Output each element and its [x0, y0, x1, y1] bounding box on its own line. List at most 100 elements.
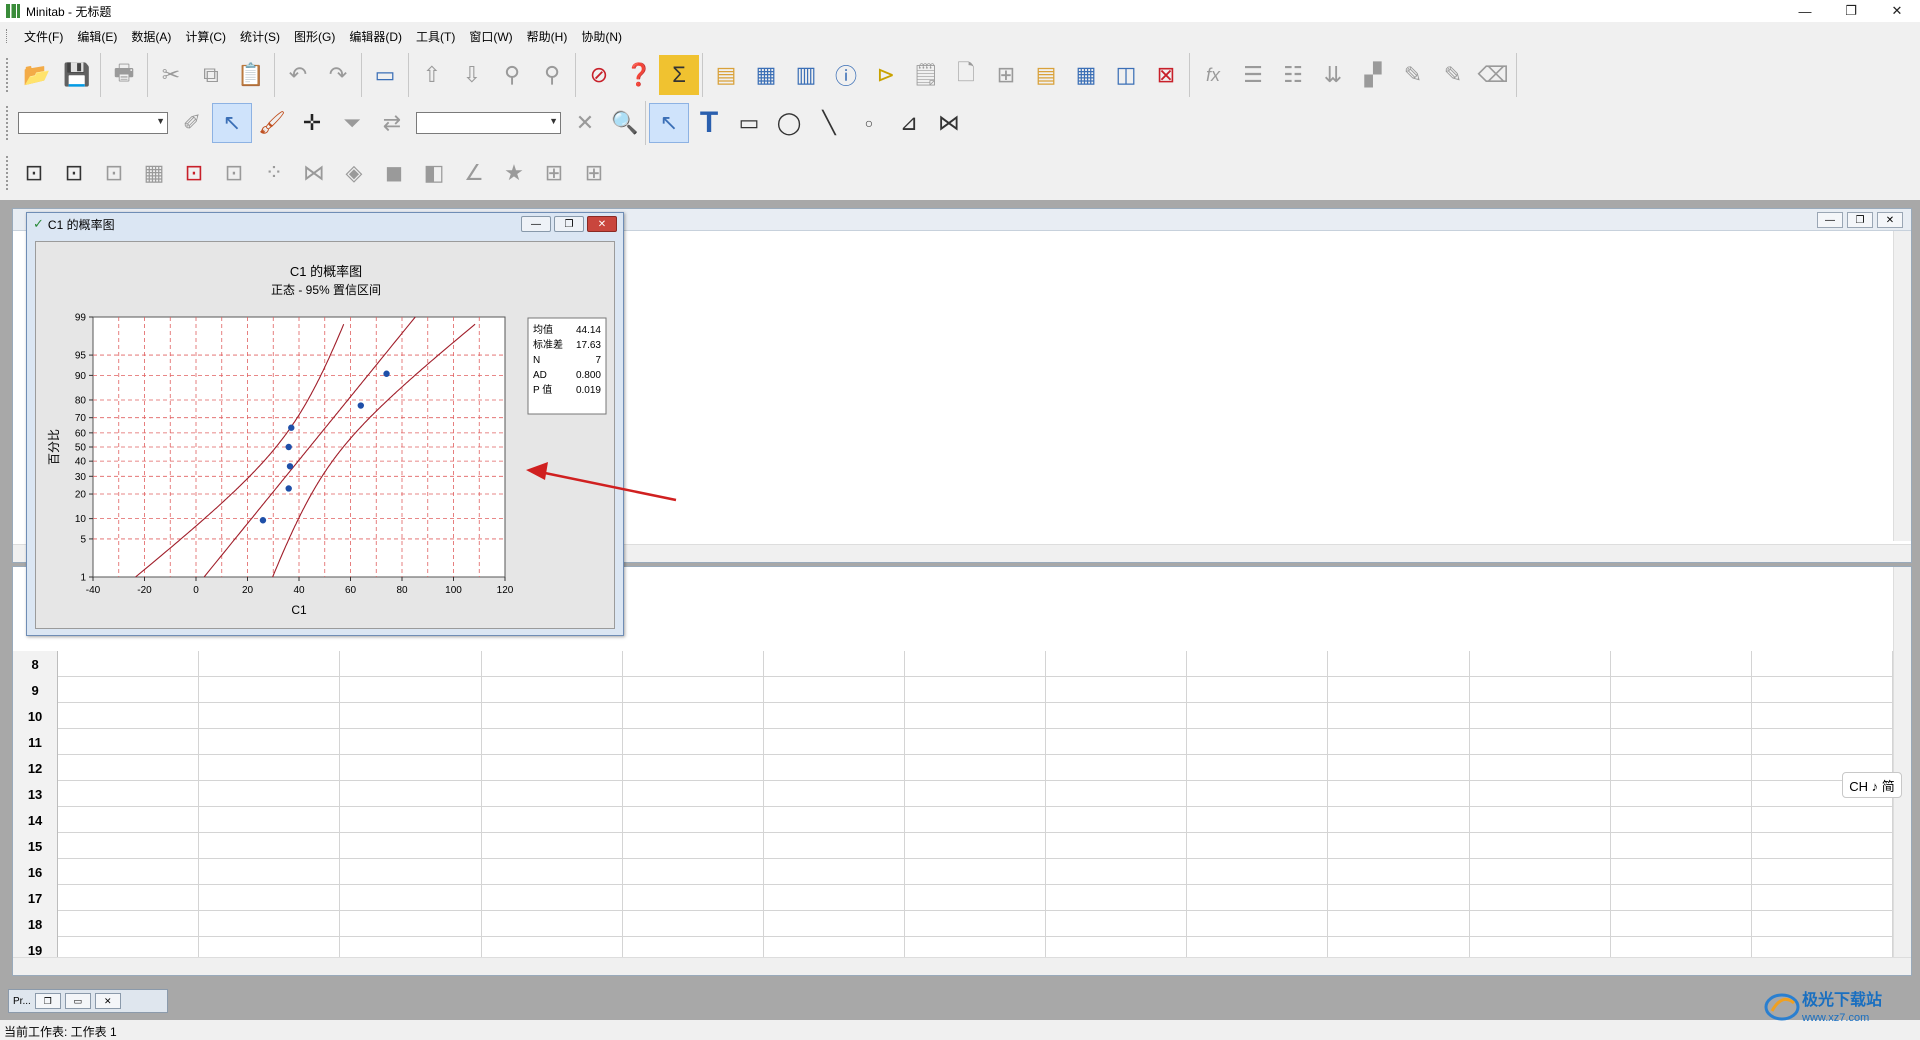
worksheet-cell[interactable]: [199, 651, 341, 677]
worksheet-cell[interactable]: [1611, 651, 1752, 677]
worksheet-cell[interactable]: [905, 677, 1047, 703]
session-window-icon[interactable]: ▤: [706, 55, 746, 95]
session-restore-button[interactable]: ❐: [1847, 212, 1873, 228]
resize-icon[interactable]: ⊞: [534, 153, 574, 193]
scale-icon[interactable]: ⊞: [574, 153, 614, 193]
worksheet-cell[interactable]: [1470, 885, 1611, 911]
worksheet-cell[interactable]: [623, 729, 764, 755]
row-number[interactable]: 18: [13, 911, 59, 937]
worksheet-cell[interactable]: [1470, 703, 1611, 729]
worksheet-cell[interactable]: [1752, 859, 1893, 885]
worksheet-cell[interactable]: [199, 781, 341, 807]
worksheet-cell[interactable]: [1611, 703, 1752, 729]
worksheet-cell[interactable]: [623, 885, 764, 911]
worksheet-cell[interactable]: [1470, 781, 1611, 807]
worksheet-cell[interactable]: [1752, 807, 1893, 833]
worksheet-cell[interactable]: [1470, 651, 1611, 677]
worksheet-cell[interactable]: [340, 885, 482, 911]
row-number[interactable]: 13: [13, 781, 59, 807]
restore-button[interactable]: ❐: [1828, 0, 1874, 22]
worksheet-cell[interactable]: [1752, 703, 1893, 729]
worksheet-horizontal-scrollbar[interactable]: [13, 957, 1911, 975]
menu-assist[interactable]: 协助(N): [574, 28, 629, 45]
region-icon[interactable]: ⊡: [94, 153, 134, 193]
row-number[interactable]: 14: [13, 807, 59, 833]
worksheet-cell[interactable]: [58, 729, 200, 755]
print-icon[interactable]: 🖶: [104, 55, 144, 95]
worksheet-cell[interactable]: [1752, 911, 1893, 937]
worksheet-cell[interactable]: [1046, 755, 1188, 781]
worksheet-cell[interactable]: [1328, 703, 1470, 729]
worksheet-cell[interactable]: [482, 885, 623, 911]
worksheet-cell[interactable]: [623, 911, 764, 937]
worksheet-cell[interactable]: [1328, 677, 1470, 703]
worksheet-cell[interactable]: [764, 807, 905, 833]
worksheet-cell[interactable]: [199, 729, 341, 755]
history-icon[interactable]: ▤: [1026, 55, 1066, 95]
worksheet-cell[interactable]: [482, 651, 623, 677]
up-arrow-icon[interactable]: ⇧: [412, 55, 452, 95]
worksheet-cell[interactable]: [623, 807, 764, 833]
worksheet-cell[interactable]: [905, 651, 1047, 677]
ellipse-tool-icon[interactable]: ◯: [769, 103, 809, 143]
worksheet-cell[interactable]: [1470, 677, 1611, 703]
graph-minimize-button[interactable]: —: [521, 216, 551, 232]
worksheet-cell[interactable]: [1187, 677, 1329, 703]
worksheet-cell[interactable]: [482, 781, 623, 807]
worksheet-cell[interactable]: [482, 911, 623, 937]
worksheet-cell[interactable]: [1187, 911, 1329, 937]
worksheet-cell[interactable]: [58, 833, 200, 859]
row-number[interactable]: 17: [13, 885, 59, 911]
worksheet-cell[interactable]: [764, 885, 905, 911]
last-dialog-icon[interactable]: ▭: [365, 55, 405, 95]
worksheet-cell[interactable]: [1046, 651, 1188, 677]
copy-icon[interactable]: ⧉: [191, 55, 231, 95]
worksheet-cell[interactable]: [482, 677, 623, 703]
worksheet-cell[interactable]: [58, 885, 200, 911]
worksheet-cell[interactable]: [1187, 755, 1329, 781]
graph-close-button[interactable]: ✕: [587, 216, 617, 232]
worksheet-cell[interactable]: [1046, 833, 1188, 859]
close-button[interactable]: ✕: [1874, 0, 1920, 22]
3d-box-icon[interactable]: ◈: [334, 153, 374, 193]
worksheet-cell[interactable]: [905, 755, 1047, 781]
worksheet-cell[interactable]: [340, 729, 482, 755]
gradient-icon[interactable]: ◼: [374, 153, 414, 193]
menu-data[interactable]: 数据(A): [124, 28, 178, 45]
table-icon[interactable]: ▦: [1066, 55, 1106, 95]
minimized-project-window[interactable]: Pr... ❐ ▭ ✕: [8, 989, 168, 1013]
text-tool-icon[interactable]: T: [689, 103, 729, 143]
worksheet-cell[interactable]: [1611, 755, 1752, 781]
graph-window-icon[interactable]: ▥: [786, 55, 826, 95]
worksheet-cell[interactable]: [1752, 729, 1893, 755]
worksheet-cell[interactable]: [1187, 703, 1329, 729]
session-minimize-button[interactable]: —: [1817, 212, 1843, 228]
polyline-tool-icon[interactable]: ⊿: [889, 103, 929, 143]
worksheet-cell[interactable]: [764, 833, 905, 859]
worksheet-cell[interactable]: [58, 677, 200, 703]
filter-icon[interactable]: ⏷: [332, 103, 372, 143]
worksheet-cell[interactable]: [764, 703, 905, 729]
worksheet-cell[interactable]: [1752, 651, 1893, 677]
brush-icon[interactable]: 🖌: [252, 103, 292, 143]
worksheet-cell[interactable]: [340, 755, 482, 781]
worksheet-cell[interactable]: [764, 911, 905, 937]
cut-icon[interactable]: ✂: [151, 55, 191, 95]
split-window-icon[interactable]: ◫: [1106, 55, 1146, 95]
grid-icon[interactable]: ▦: [134, 153, 174, 193]
connect-line-icon[interactable]: ⋈: [294, 153, 334, 193]
worksheet-cell[interactable]: [764, 755, 905, 781]
graph-item-combo[interactable]: [18, 112, 168, 134]
worksheet-cell[interactable]: [199, 677, 341, 703]
menu-tools[interactable]: 工具(T): [409, 28, 462, 45]
worksheet-cell[interactable]: [1611, 859, 1752, 885]
worksheet-cell[interactable]: [1046, 703, 1188, 729]
worksheet-cell[interactable]: [623, 755, 764, 781]
worksheet-cell[interactable]: [1187, 651, 1329, 677]
worksheet-cell[interactable]: [1470, 807, 1611, 833]
worksheet-cell[interactable]: [58, 911, 200, 937]
probability-plot-window[interactable]: ✓ C1 的概率图 — ❐ ✕ C1 的概率图 正态 - 95% 置信区间 -4…: [26, 212, 624, 636]
worksheet-cell[interactable]: [1328, 781, 1470, 807]
worksheet-cell[interactable]: [199, 755, 341, 781]
worksheet-cell[interactable]: [1046, 885, 1188, 911]
